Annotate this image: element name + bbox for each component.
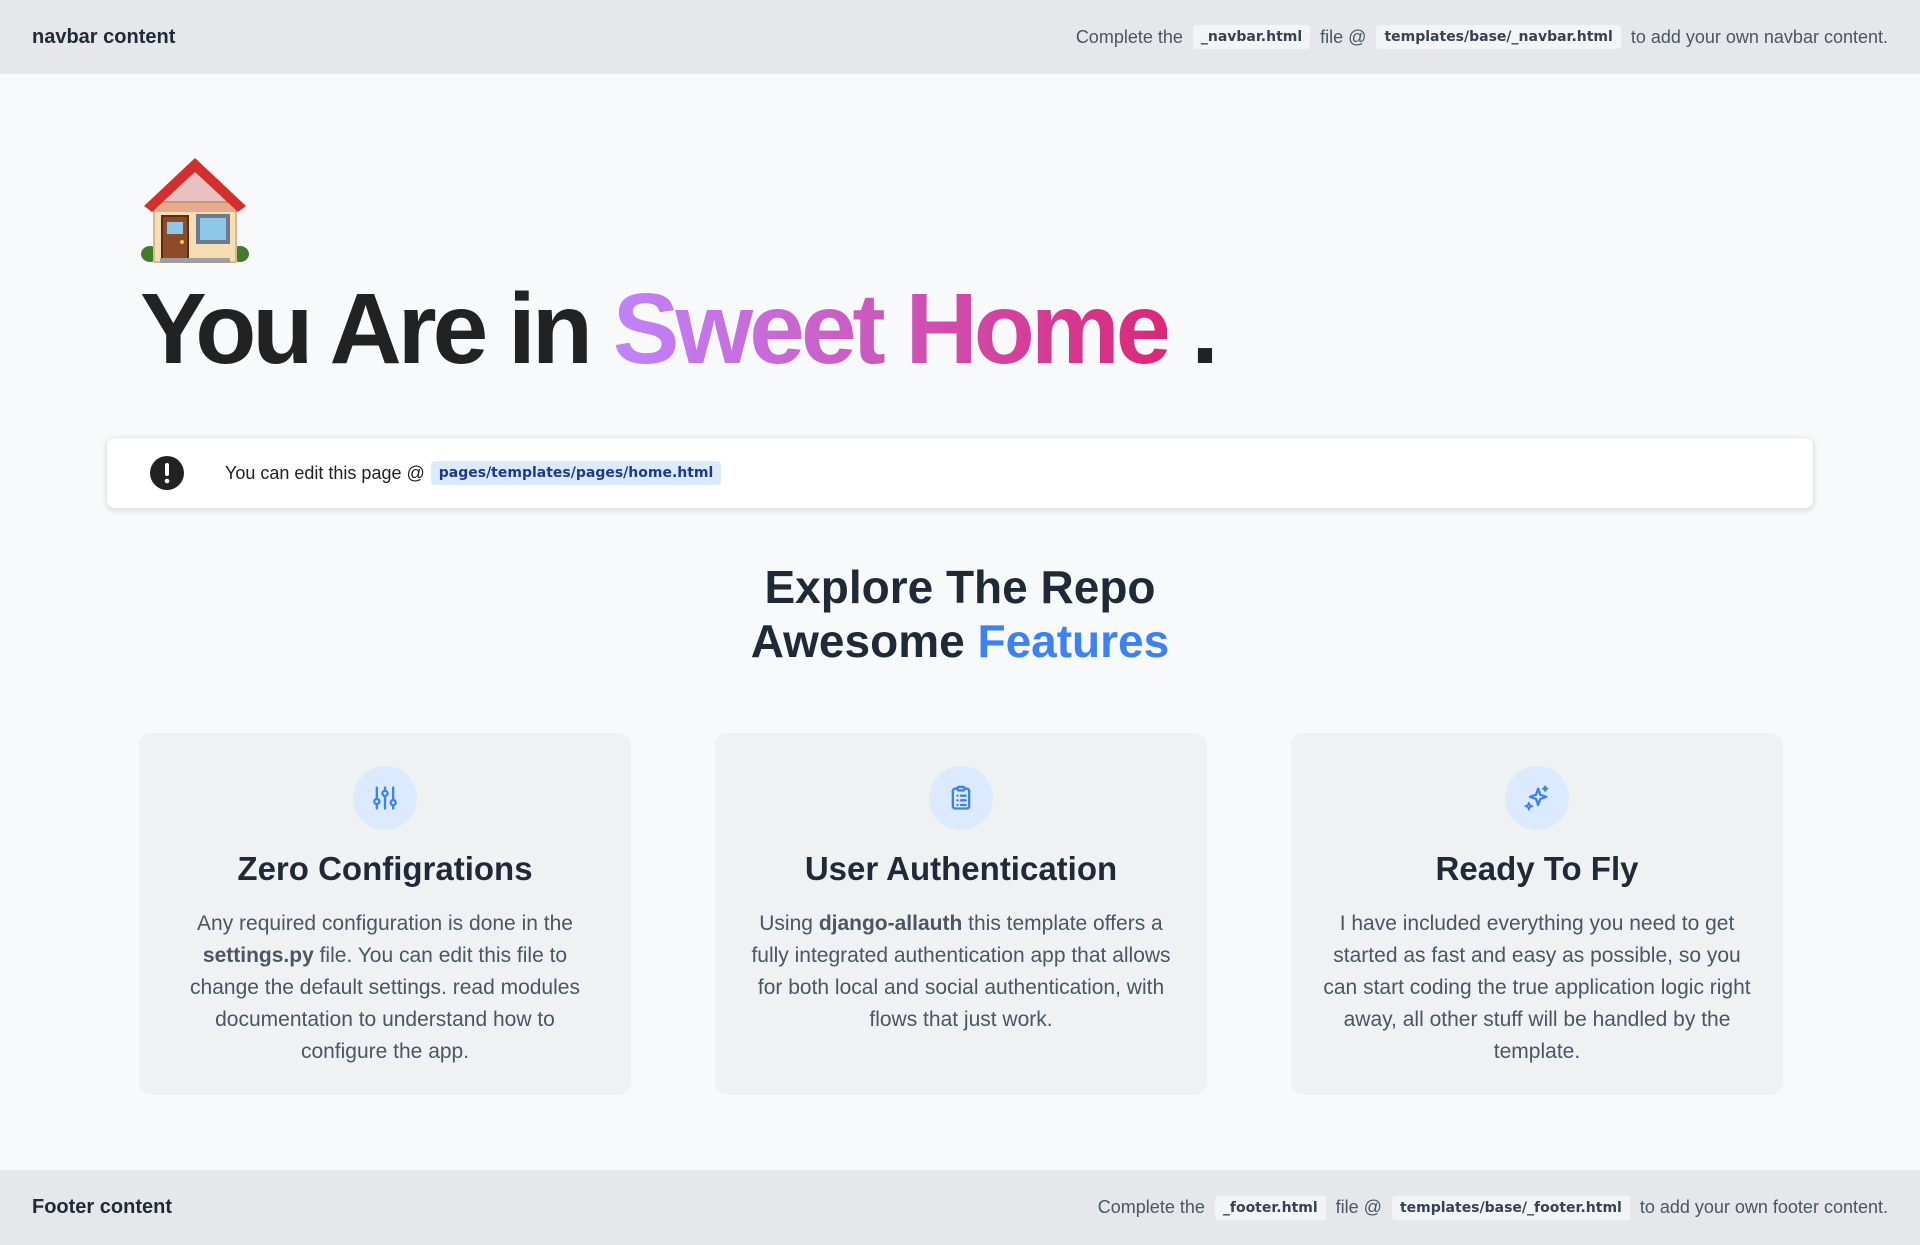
hero-title: You Are in Sweet Home . xyxy=(140,273,1219,385)
navbar-note-suffix: to add your own navbar content. xyxy=(1630,26,1888,47)
navbar-file-name: _navbar.html xyxy=(1192,25,1311,49)
clipboard-list-icon xyxy=(951,785,971,810)
card-icon-wrap xyxy=(353,766,417,830)
features-title-line2-start: Awesome xyxy=(750,615,965,667)
footer-file-path: templates/base/_footer.html xyxy=(1391,1195,1630,1220)
card-text: Using django-allauth this template offer… xyxy=(747,908,1175,1036)
sparkles-icon xyxy=(1524,785,1549,811)
features-title-accent: Features xyxy=(977,615,1170,667)
navbar-brand[interactable]: navbar content xyxy=(32,26,175,49)
footer-brand: Footer content xyxy=(32,1196,172,1218)
footer: Footer content Complete the _footer.html… xyxy=(0,1170,1920,1245)
feature-card-ready-to-fly: Ready To Fly I have included everything … xyxy=(1291,733,1783,1095)
card-title: Zero Configrations xyxy=(237,850,533,887)
footer-file-name: _footer.html xyxy=(1214,1195,1326,1220)
house-icon xyxy=(141,158,249,263)
sliders-icon xyxy=(373,786,397,810)
footer-note-prefix: Complete the xyxy=(1097,1197,1205,1217)
alert-path: pages/templates/pages/home.html xyxy=(430,461,722,485)
navbar-note: Complete the _navbar.html file @ templat… xyxy=(1076,25,1888,49)
footer-note-suffix: to add your own footer content. xyxy=(1639,1197,1888,1217)
hero: You Are in Sweet Home . xyxy=(140,150,1219,385)
footer-note: Complete the _footer.html file @ templat… xyxy=(1097,1195,1888,1220)
card-text-before: Using xyxy=(759,912,813,935)
card-text: Any required configuration is done in th… xyxy=(171,908,599,1068)
feature-card-zero-config: Zero Configrations Any required configur… xyxy=(139,733,631,1095)
card-icon-wrap xyxy=(929,766,993,830)
hero-title-end: . xyxy=(1191,273,1219,385)
card-text: I have included everything you need to g… xyxy=(1323,908,1751,1068)
hero-title-start: You Are in xyxy=(140,273,593,385)
footer-note-mid: file @ xyxy=(1335,1197,1382,1217)
hero-title-highlight: Sweet Home xyxy=(612,273,1172,385)
exclamation-circle-icon xyxy=(150,456,184,490)
card-title: Ready To Fly xyxy=(1435,850,1639,887)
card-text-after: I have included everything you need to g… xyxy=(1323,912,1751,1063)
navbar-note-mid: file @ xyxy=(1320,26,1367,47)
navbar-file-path: templates/base/_navbar.html xyxy=(1376,25,1621,49)
features-title-line1: Explore The Repo xyxy=(764,561,1156,613)
card-text-bold: django-allauth xyxy=(818,912,963,935)
navbar-note-prefix: Complete the xyxy=(1075,26,1183,47)
alert-text: You can edit this page @ xyxy=(225,462,425,483)
edit-page-alert: You can edit this page @ pages/templates… xyxy=(106,437,1814,509)
card-text-before: Any required configuration is done in th… xyxy=(197,912,573,935)
card-title: User Authentication xyxy=(804,850,1118,887)
features-title: Explore The Repo Awesome Features xyxy=(0,560,1920,668)
feature-card-user-auth: User Authentication Using django-allauth… xyxy=(715,733,1207,1095)
navbar: navbar content Complete the _navbar.html… xyxy=(0,0,1920,74)
card-icon-wrap xyxy=(1505,766,1569,830)
card-text-bold: settings.py xyxy=(202,944,314,967)
